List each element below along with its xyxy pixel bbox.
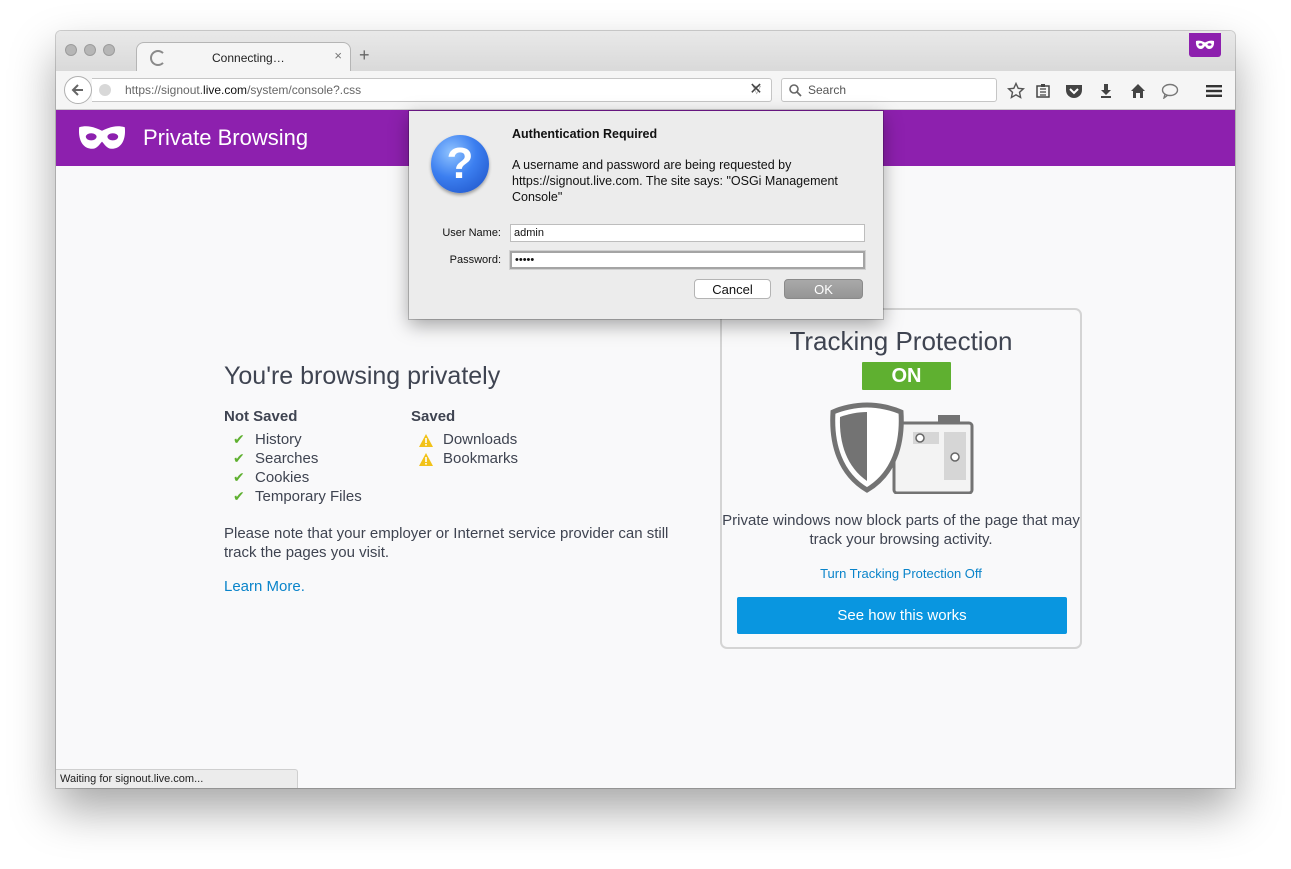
search-input[interactable]: Search xyxy=(781,78,997,102)
checkmark-icon: ✔ xyxy=(233,469,245,485)
search-icon xyxy=(789,84,802,97)
ok-button[interactable]: OK xyxy=(784,279,863,299)
minimize-window-button[interactable] xyxy=(84,44,96,56)
privacy-note: Please note that your employer or Intern… xyxy=(224,525,669,561)
username-field[interactable]: admin xyxy=(510,224,865,242)
turn-tracking-off-link[interactable]: Turn Tracking Protection Off xyxy=(722,566,1080,581)
password-label: Password: xyxy=(449,254,501,266)
tracking-protection-card: Tracking Protection ON Private windows n… xyxy=(720,308,1082,649)
saved-heading: Saved xyxy=(411,408,456,425)
search-placeholder: Search xyxy=(808,83,847,97)
dialog-title: Authentication Required xyxy=(512,127,658,141)
warning-icon xyxy=(419,434,433,447)
status-bar: Waiting for signout.live.com... xyxy=(56,769,298,788)
page-title: You're browsing privately xyxy=(224,362,501,390)
back-arrow-icon xyxy=(71,84,83,96)
checkmark-icon: ✔ xyxy=(233,431,245,447)
username-label: User Name: xyxy=(442,227,501,239)
site-identity-icon[interactable] xyxy=(99,84,111,96)
downloads-icon[interactable] xyxy=(1096,81,1116,101)
back-button[interactable] xyxy=(64,76,92,104)
list-item: Downloads xyxy=(443,431,518,448)
new-tab-button[interactable]: + xyxy=(359,46,370,64)
tab-title: Connecting… xyxy=(212,51,285,65)
tracking-protection-title: Tracking Protection xyxy=(789,326,1013,356)
stop-button[interactable]: ✕ xyxy=(742,79,770,101)
close-window-button[interactable] xyxy=(65,44,77,56)
learn-more-link[interactable]: Learn More. xyxy=(224,578,305,595)
status-text: Waiting for signout.live.com... xyxy=(60,773,204,785)
checkmark-icon: ✔ xyxy=(233,488,245,504)
list-item: Temporary Files xyxy=(255,488,362,505)
loading-spinner-icon xyxy=(150,50,166,66)
chat-bubble-icon[interactable] xyxy=(1160,81,1180,101)
bookmark-star-icon[interactable] xyxy=(1006,81,1026,101)
tab-bar: Connecting… × + xyxy=(56,31,1235,72)
see-how-this-works-button[interactable]: See how this works xyxy=(737,597,1067,634)
zoom-window-button[interactable] xyxy=(103,44,115,56)
private-mask-icon xyxy=(78,126,126,149)
home-icon[interactable] xyxy=(1128,81,1148,101)
private-browsing-title: Private Browsing xyxy=(143,125,309,150)
authentication-dialog: ? Authentication Required A username and… xyxy=(409,111,883,319)
tracking-status-badge: ON xyxy=(862,362,951,390)
dialog-message: A username and password are being reques… xyxy=(512,158,838,204)
password-field[interactable]: ••••• xyxy=(510,251,865,269)
checkmark-icon: ✔ xyxy=(233,450,245,466)
pocket-icon[interactable] xyxy=(1064,81,1084,101)
cancel-button[interactable]: Cancel xyxy=(694,279,771,299)
private-browsing-badge-icon xyxy=(1189,33,1221,57)
not-saved-heading: Not Saved xyxy=(224,408,298,425)
list-item: Searches xyxy=(255,450,319,467)
url-text[interactable]: https://signout.live.com/system/console?… xyxy=(125,83,361,97)
list-item: Cookies xyxy=(255,469,310,486)
url-bar[interactable]: https://signout.live.com/system/console?… xyxy=(92,78,772,102)
reading-list-icon[interactable] xyxy=(1033,81,1053,101)
tab-connecting[interactable]: Connecting… × xyxy=(136,42,351,72)
question-icon: ? xyxy=(431,135,489,193)
hamburger-menu-icon[interactable] xyxy=(1204,81,1224,101)
tracking-description: Private windows now block parts of the p… xyxy=(722,512,1080,548)
navigation-bar: https://signout.live.com/system/console?… xyxy=(56,71,1235,110)
shield-illustration-icon xyxy=(830,402,974,494)
list-item: History xyxy=(255,431,302,448)
list-item: Bookmarks xyxy=(443,450,519,467)
warning-icon xyxy=(419,453,433,466)
tab-close-icon[interactable]: × xyxy=(334,48,342,63)
